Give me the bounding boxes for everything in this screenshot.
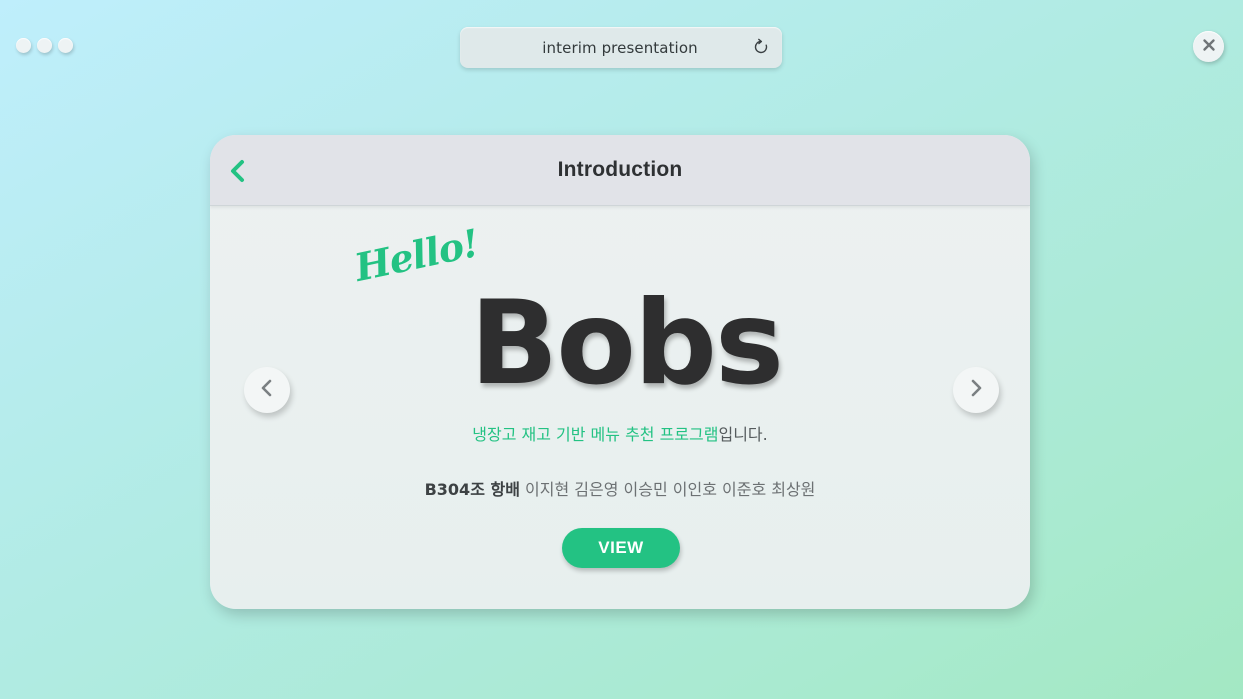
carousel-prev-button[interactable] <box>244 367 290 413</box>
chevron-right-icon <box>968 378 984 402</box>
team-line: B304조 항배 이지현 김은영 이승민 이인호 이준호 최상원 <box>210 476 1030 500</box>
address-bar-text: interim presentation <box>542 38 698 57</box>
team-members: 이지현 김은영 이승민 이인호 이준호 최상원 <box>525 480 816 499</box>
card-title: Introduction <box>557 158 683 181</box>
window-controls <box>16 38 73 53</box>
window-dot[interactable] <box>37 38 52 53</box>
team-label: B304조 항배 <box>424 480 520 499</box>
reload-icon[interactable] <box>752 38 770 56</box>
close-button[interactable] <box>1193 31 1224 62</box>
brand-title: Bobs <box>469 276 784 411</box>
window-dot[interactable] <box>58 38 73 53</box>
subtitle-rest: 입니다. <box>718 425 768 444</box>
address-bar[interactable]: interim presentation <box>460 27 782 68</box>
view-button[interactable]: VIEW <box>562 528 680 568</box>
intro-card: Introduction Hello! Bobs 냉장고 재고 기반 메뉴 추천… <box>210 135 1030 609</box>
chevron-left-icon <box>259 378 275 402</box>
card-header: Introduction <box>210 135 1030 206</box>
subtitle-accent: 냉장고 재고 기반 메뉴 추천 프로그램 <box>472 425 719 444</box>
carousel-next-button[interactable] <box>953 367 999 413</box>
subtitle: 냉장고 재고 기반 메뉴 추천 프로그램입니다. <box>210 421 1030 445</box>
close-icon <box>1202 37 1216 56</box>
window-dot[interactable] <box>16 38 31 53</box>
